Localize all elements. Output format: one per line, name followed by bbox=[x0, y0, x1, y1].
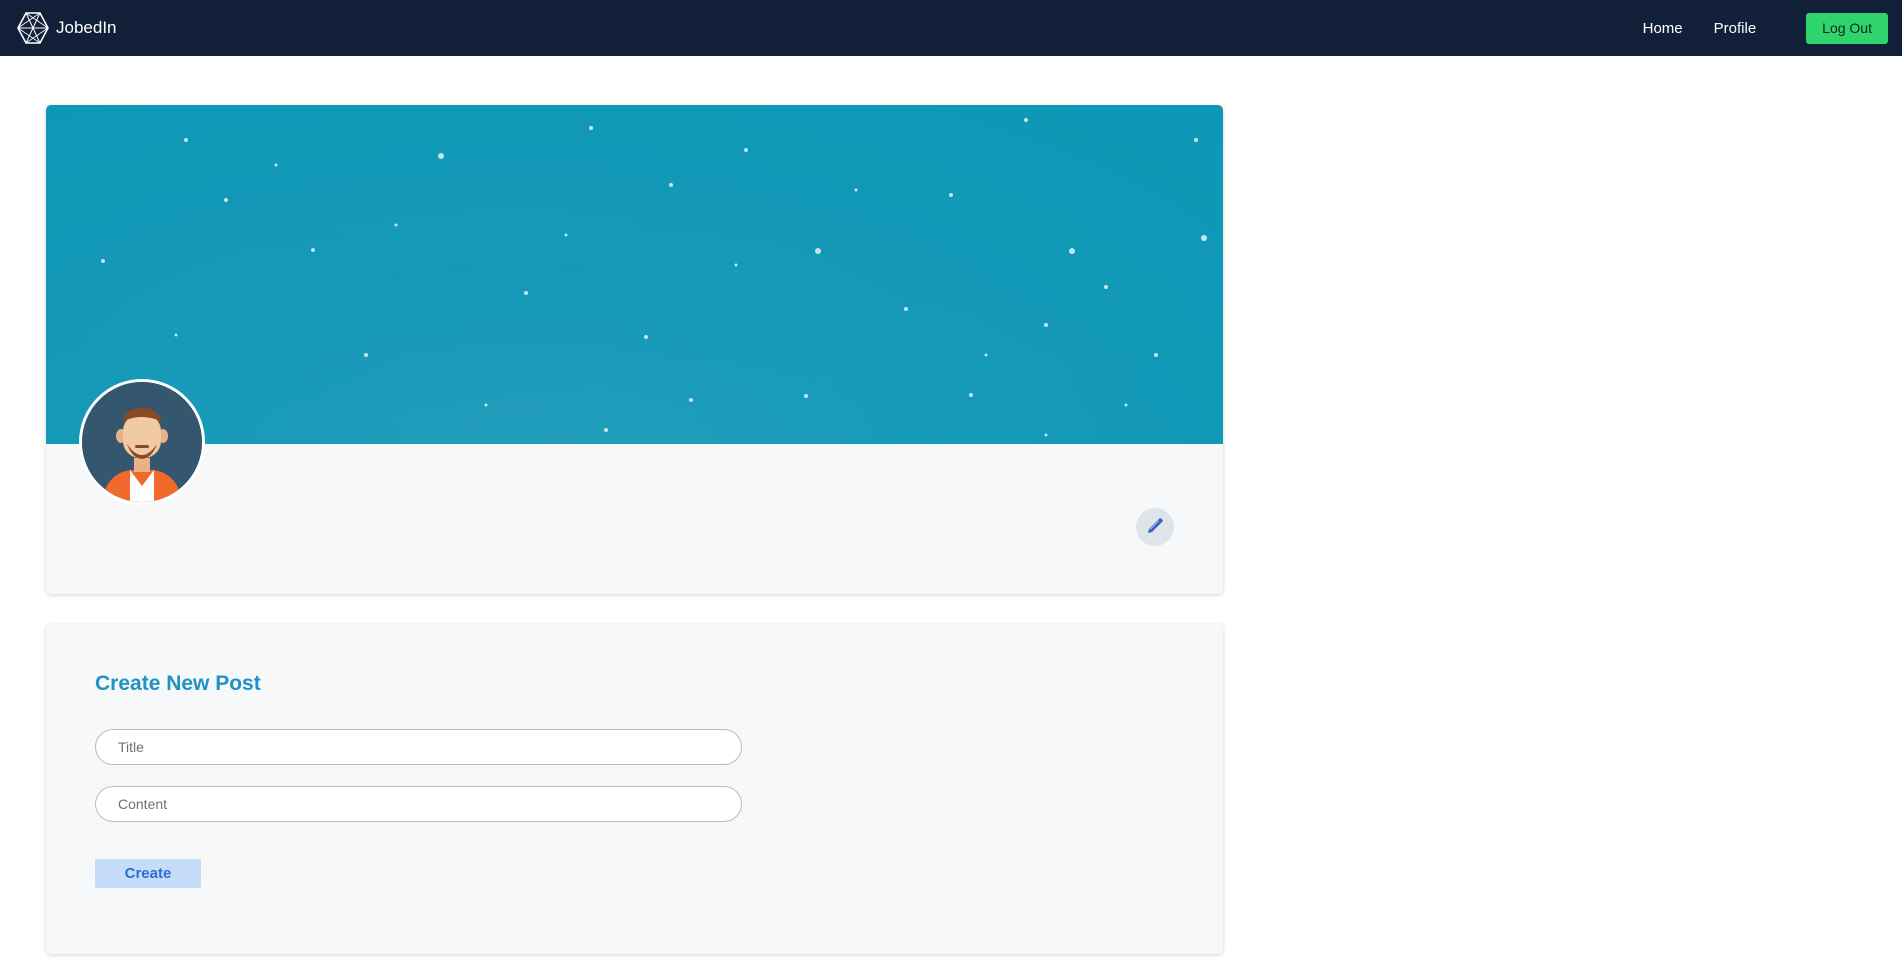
brand-name: JobedIn bbox=[56, 18, 117, 37]
nav-link-home[interactable]: Home bbox=[1643, 20, 1683, 37]
create-post-card: Create New Post Create bbox=[46, 624, 1223, 954]
profile-card bbox=[46, 105, 1223, 594]
post-content-input[interactable] bbox=[95, 786, 742, 822]
brand-link[interactable]: JobedIn bbox=[16, 11, 117, 45]
nav-links: Home Profile Log Out bbox=[1643, 12, 1888, 44]
pencil-icon bbox=[1146, 517, 1164, 538]
create-post-heading: Create New Post bbox=[95, 672, 261, 695]
post-title-input[interactable] bbox=[95, 729, 742, 765]
create-post-button[interactable]: Create bbox=[95, 859, 201, 888]
cover-speckles bbox=[46, 105, 1223, 444]
top-navbar: JobedIn Home Profile Log Out bbox=[0, 0, 1902, 56]
avatar-image bbox=[82, 382, 202, 502]
edit-profile-button[interactable] bbox=[1136, 508, 1174, 546]
logout-button[interactable]: Log Out bbox=[1806, 12, 1888, 44]
cover-image bbox=[46, 105, 1223, 444]
logo-icon bbox=[16, 11, 50, 45]
profile-avatar[interactable] bbox=[79, 379, 205, 505]
user-avatar-icon bbox=[82, 382, 202, 502]
nav-link-profile[interactable]: Profile bbox=[1714, 20, 1757, 37]
